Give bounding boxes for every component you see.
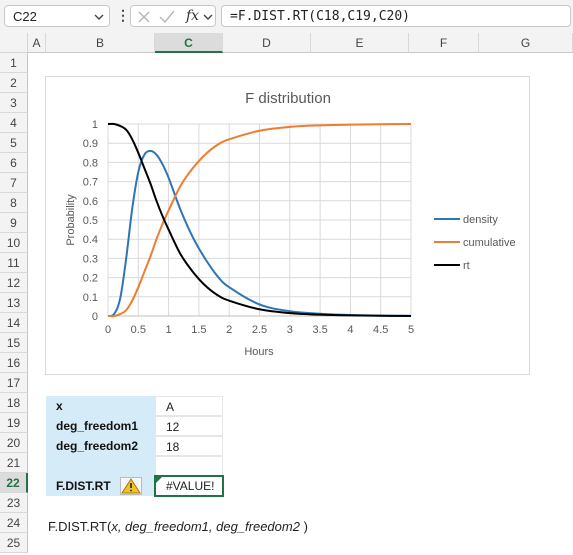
legend-label-cumulative: cumulative	[463, 237, 516, 249]
x-tick-label: 3	[287, 324, 293, 336]
row-header[interactable]: 22	[0, 473, 28, 493]
row-header[interactable]: 11	[0, 253, 28, 273]
cell-c18[interactable]: A	[155, 396, 223, 416]
cell-c22[interactable]: #VALUE!	[154, 475, 224, 497]
x-axis-label: Hours	[244, 346, 274, 358]
y-tick-label: 1	[92, 119, 98, 131]
column-header-d[interactable]: D	[223, 33, 311, 53]
formula-bar: C22 ⋮ fx =F.DIST.RT(C18,C19,C20)	[0, 0, 573, 33]
formula-input[interactable]: =F.DIST.RT(C18,C19,C20)	[221, 5, 571, 27]
row-header[interactable]: 17	[0, 373, 28, 393]
y-tick-label: 0.7	[83, 177, 98, 189]
y-tick-label: 0.9	[83, 138, 98, 150]
row-header[interactable]: 21	[0, 453, 28, 473]
row-header[interactable]: 23	[0, 493, 28, 513]
cancel-icon[interactable]	[137, 10, 151, 24]
column-header-b[interactable]: B	[46, 33, 155, 53]
label-deg-freedom2: deg_freedom2	[46, 436, 155, 456]
row-header[interactable]: 19	[0, 413, 28, 433]
x-tick-label: 3.5	[312, 324, 327, 336]
row-header[interactable]: 15	[0, 333, 28, 353]
syntax-close: )	[299, 519, 308, 534]
chart-area[interactable]: F distribution 0 0.1 0.2 0.3 0.4 0.5 0.6 0.7 0.8…	[45, 76, 530, 375]
x-tick-label: 1.5	[191, 324, 206, 336]
cell-c20[interactable]: 18	[155, 436, 223, 456]
x-tick-label: 2	[226, 324, 232, 336]
row-header[interactable]: 25	[0, 533, 28, 553]
row-header[interactable]: 12	[0, 273, 28, 293]
syntax-args: x, deg_freedom1, deg_freedom2	[111, 519, 300, 534]
x-tick-label: 0.5	[131, 324, 146, 336]
column-header-g[interactable]: G	[479, 33, 573, 53]
x-tick-label: 5	[408, 324, 414, 336]
result-label-text: F.DIST.RT	[56, 479, 111, 493]
row-header[interactable]: 2	[0, 73, 28, 93]
row-header[interactable]: 7	[0, 173, 28, 193]
column-header-e[interactable]: E	[311, 33, 409, 53]
label-deg-freedom1: deg_freedom1	[46, 416, 155, 436]
more-options-icon[interactable]: ⋮	[116, 7, 130, 24]
row-header[interactable]: 5	[0, 133, 28, 153]
row-header[interactable]: 10	[0, 233, 28, 253]
y-tick-label: 0.2	[83, 273, 98, 285]
row-header[interactable]: 3	[0, 93, 28, 113]
y-tick-label: 0.4	[83, 234, 98, 246]
name-box[interactable]: C22	[4, 5, 110, 27]
row-header[interactable]: 16	[0, 353, 28, 373]
y-tick-label: 0	[92, 311, 98, 323]
row-header[interactable]: 24	[0, 513, 28, 533]
x-tick-label: 0	[105, 324, 111, 336]
row-header[interactable]: 14	[0, 313, 28, 333]
syntax-func: F.DIST.RT(	[48, 519, 112, 534]
y-tick-label: 0.6	[83, 196, 98, 208]
row-header[interactable]: 9	[0, 213, 28, 233]
error-warning-button[interactable]	[120, 477, 142, 495]
row-header[interactable]: 20	[0, 433, 28, 453]
row-header[interactable]: 6	[0, 153, 28, 173]
row-header[interactable]: 4	[0, 113, 28, 133]
y-tick-label: 0.1	[83, 292, 98, 304]
chart-title: F distribution	[245, 90, 331, 107]
formula-controls: fx	[130, 5, 216, 27]
chevron-down-icon[interactable]	[203, 12, 213, 22]
row-header[interactable]: 13	[0, 293, 28, 313]
column-header-a[interactable]: A	[28, 33, 46, 53]
formula-text: =F.DIST.RT(C18,C19,C20)	[230, 9, 411, 24]
insert-function-icon[interactable]: fx	[186, 8, 199, 24]
error-indicator-icon	[156, 477, 162, 483]
cell-c21[interactable]	[155, 456, 223, 476]
result-value: #VALUE!	[166, 479, 215, 493]
enter-check-icon[interactable]	[159, 10, 175, 24]
syntax-hint: F.DIST.RT(x, deg_freedom1, deg_freedom2 …	[48, 519, 308, 534]
column-header-f[interactable]: F	[409, 33, 479, 53]
row-header[interactable]: 1	[0, 53, 28, 73]
warning-icon	[121, 478, 141, 494]
y-tick-label: 0.8	[83, 157, 98, 169]
legend-label-density: density	[463, 214, 498, 226]
label-blank	[46, 456, 155, 476]
row-header[interactable]: 18	[0, 393, 28, 413]
f-distribution-chart: F distribution 0 0.1 0.2 0.3 0.4 0.5 0.6 0.7 0.8…	[65, 90, 516, 358]
row-header[interactable]: 8	[0, 193, 28, 213]
x-tick-label: 4	[347, 324, 353, 336]
label-x: x	[46, 396, 155, 416]
cell-c19[interactable]: 12	[155, 416, 223, 436]
chevron-down-icon[interactable]	[94, 12, 104, 22]
y-axis-label: Probability	[65, 194, 77, 246]
x-tick-label: 4.5	[373, 324, 388, 336]
x-tick-label: 2.5	[252, 324, 267, 336]
y-tick-label: 0.3	[83, 253, 98, 265]
legend-label-rt: rt	[463, 260, 470, 272]
y-tick-label: 0.5	[83, 215, 98, 227]
x-tick-label: 1	[166, 324, 172, 336]
name-box-value: C22	[13, 9, 37, 24]
column-header-c[interactable]: C	[155, 33, 223, 53]
select-all-corner[interactable]	[0, 33, 28, 53]
